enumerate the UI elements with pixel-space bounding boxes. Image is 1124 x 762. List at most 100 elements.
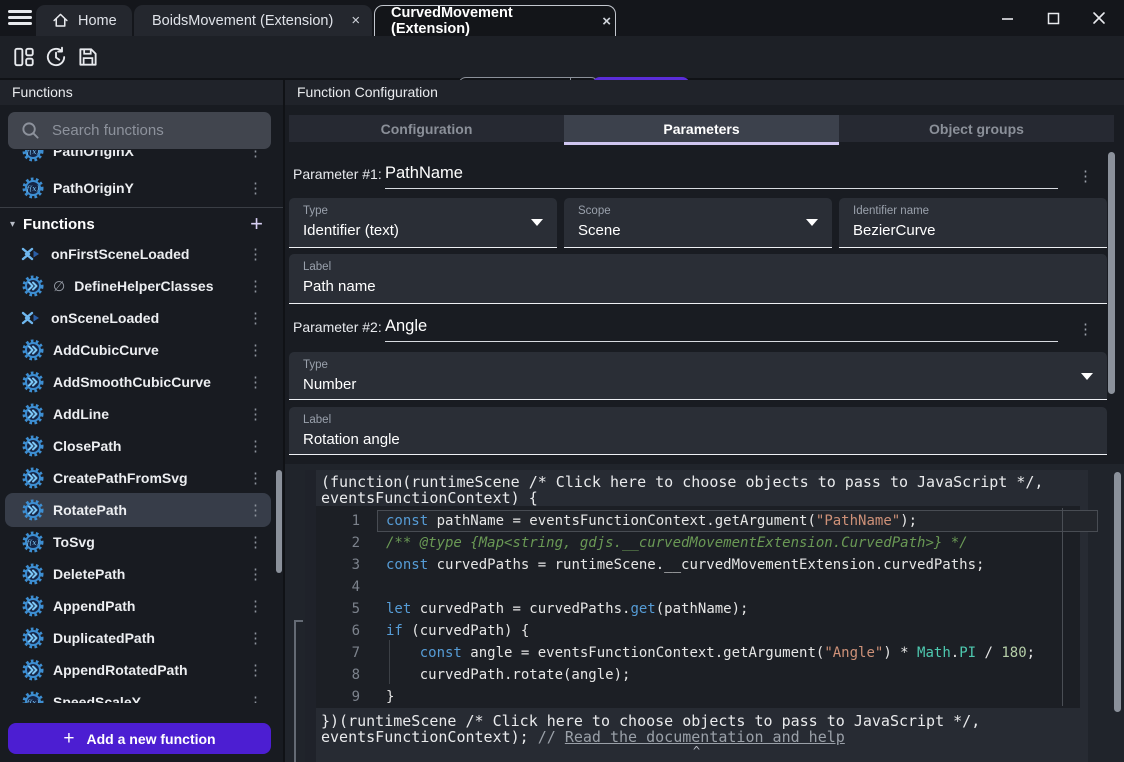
code-line-7[interactable]: 7 const angle = eventsFunctionContext.ge… [316,642,1080,664]
functions-section-header[interactable]: ▾Functions+ [0,209,283,239]
field-label: Label [303,414,331,426]
events-scrollbar[interactable] [1114,472,1121,712]
tab-home[interactable]: Home [36,5,132,36]
sidebar-scrollbar[interactable] [276,470,282,573]
function-label: CreatePathFromSvg [53,470,188,486]
item-menu-icon[interactable]: ⋮ [248,565,263,583]
item-menu-icon[interactable]: ⋮ [248,597,263,615]
function-item-onSceneLoaded[interactable]: onSceneLoaded⋮ [0,303,283,333]
chevron-down-icon[interactable] [1081,373,1093,380]
code-line-8[interactable]: 8 curvedPath.rotate(angle); [316,664,1080,686]
item-menu-icon[interactable]: ⋮ [248,341,263,359]
function-item-DuplicatedPath[interactable]: DuplicatedPath⋮ [0,623,283,653]
function-item-onFirstSceneLoaded[interactable]: onFirstSceneLoaded⋮ [0,239,283,269]
function-item-AppendRotatedPath[interactable]: AppendRotatedPath⋮ [0,655,283,685]
function-item-RotatePath[interactable]: RotatePath⋮ [0,495,283,525]
tab-parameters[interactable]: Parameters [564,115,839,142]
item-menu-icon[interactable]: ⋮ [248,629,263,647]
item-menu-icon[interactable]: ⋮ [248,373,263,391]
line-number: 8 [316,664,360,686]
function-item-PathOriginY[interactable]: f(x)PathOriginY⋮ [0,173,283,203]
function-configuration-panel: Function Configuration Configuration Par… [285,80,1124,464]
item-menu-icon[interactable]: ⋮ [248,533,263,551]
item-menu-icon[interactable]: ⋮ [248,405,263,423]
close-tab-icon[interactable]: × [598,13,615,30]
item-menu-icon[interactable]: ⋮ [248,150,263,160]
tab-object-groups[interactable]: Object groups [839,115,1114,142]
window-minimize-button[interactable] [994,6,1020,30]
config-scrollbar[interactable] [1108,152,1115,394]
item-menu-icon[interactable]: ⋮ [248,501,263,519]
item-menu-icon[interactable]: ⋮ [248,277,263,295]
param2-menu-icon[interactable]: ⋮ [1078,320,1093,338]
item-menu-icon[interactable]: ⋮ [248,469,263,487]
item-menu-icon[interactable]: ⋮ [248,309,263,327]
search-functions-box[interactable] [8,112,271,149]
tab-curved-movement[interactable]: CurvedMovement (Extension) × [374,5,616,36]
function-item-AppendPath[interactable]: AppendPath⋮ [0,591,283,621]
function-gear-icon [22,563,44,585]
expand-caret-icon[interactable]: ^ [305,744,1088,758]
param1-menu-icon[interactable]: ⋮ [1078,167,1093,185]
function-item-ToSvg[interactable]: f(x)ToSvg⋮ [0,527,283,557]
param1-identifier-field[interactable]: Identifier name BezierCurve [839,198,1107,248]
function-item-AddLine[interactable]: AddLine ⋮ [0,399,283,429]
editor-ruler [1062,508,1063,706]
code-text: let curvedPath = curvedPaths.get(pathNam… [386,598,748,620]
code-text: curvedPath.rotate(angle); [386,664,630,686]
function-item-DeletePath[interactable]: DeletePath⋮ [0,559,283,589]
item-menu-icon[interactable]: ⋮ [248,179,263,197]
param1-label-field[interactable]: Label Path name [289,254,1107,304]
add-function-plus-icon[interactable]: + [250,214,263,234]
code-line-9[interactable]: 9} [316,686,1080,708]
search-input[interactable] [52,112,262,149]
code-line-5[interactable]: 5let curvedPath = curvedPaths.get(pathNa… [316,598,1080,620]
function-item-SpeedScaleY[interactable]: f(x)SpeedScaleY⋮ [0,687,283,703]
param1-type-field[interactable]: Type Identifier (text) [289,198,557,248]
function-item-CreatePathFromSvg[interactable]: CreatePathFromSvg ⋮ [0,463,283,493]
window-close-button[interactable] [1086,6,1112,30]
close-tab-icon[interactable]: × [347,12,364,29]
item-menu-icon[interactable]: ⋮ [248,245,263,263]
collapse-triangle-icon[interactable]: ▾ [10,219,15,230]
javascript-event-card[interactable]: (function(runtimeScene /* Click here to … [305,470,1088,762]
param2-type-field[interactable]: Type Number [289,352,1107,400]
main-menu-icon[interactable] [8,10,32,26]
code-line-4[interactable]: 4 [316,576,1080,598]
item-menu-icon[interactable]: ⋮ [248,693,263,703]
chevron-down-icon[interactable] [531,219,543,226]
function-gear-icon [22,339,44,361]
line-number: 1 [316,510,360,532]
code-line-6[interactable]: 6if (curvedPath) { [316,620,1080,642]
tab-configuration[interactable]: Configuration [289,115,564,142]
save-icon[interactable] [76,45,100,69]
function-item-AddSmoothCubicCurve[interactable]: AddSmoothCubicCurve⋮ [0,367,283,397]
function-label: ToSvg [53,534,95,550]
function-item-PathOriginX[interactable]: f(x)PathOriginX⋮ [0,150,283,166]
item-menu-icon[interactable]: ⋮ [248,661,263,679]
tab-boids-movement[interactable]: BoidsMovement (Extension) × [134,5,372,36]
function-item-DefineHelperClasses[interactable]: ∅DefineHelperClasses⋮ [0,271,283,301]
panels-icon[interactable] [12,45,36,69]
code-line-1[interactable]: 1const pathName = eventsFunctionContext.… [316,510,1080,532]
function-item-ClosePath[interactable]: ClosePath⋮ [0,431,283,461]
item-menu-icon[interactable]: ⋮ [248,437,263,455]
param2-name-input[interactable]: Angle [385,317,427,336]
event-drag-handle[interactable] [305,470,316,762]
param1-scope-field[interactable]: Scope Scene [564,198,832,248]
code-line-2[interactable]: 2/** @type {Map<string, gdjs.__curvedMov… [316,532,1080,554]
field-value: Scene [578,222,621,239]
code-editor[interactable]: 1const pathName = eventsFunctionContext.… [316,506,1080,708]
window-maximize-button[interactable] [1040,6,1066,30]
lifecycle-function-icon [20,307,42,329]
param1-name-input[interactable]: PathName [385,164,463,183]
line-number: 3 [316,554,360,576]
history-icon[interactable] [44,45,68,69]
param2-label-field[interactable]: Label Rotation angle [289,407,1107,455]
add-new-function-button[interactable]: + Add a new function [8,723,271,754]
chevron-down-icon[interactable] [806,219,818,226]
function-item-AddCubicCurve[interactable]: AddCubicCurve⋮ [0,335,283,365]
search-icon [21,121,40,140]
code-line-3[interactable]: 3const curvedPaths = runtimeScene.__curv… [316,554,1080,576]
function-label: AddLine [53,406,109,422]
